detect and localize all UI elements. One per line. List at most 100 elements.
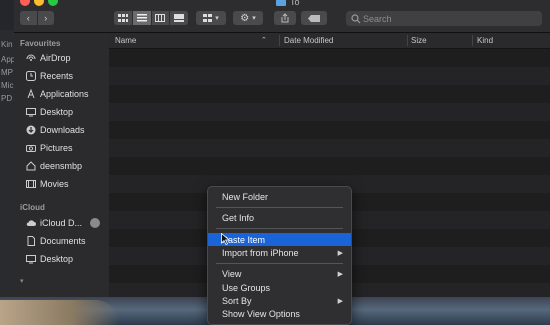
search-field[interactable] [346, 11, 542, 26]
icon-view-button[interactable] [114, 11, 133, 25]
table-row [109, 49, 550, 67]
home-icon [26, 161, 36, 171]
column-view-button[interactable] [152, 11, 171, 25]
mouse-cursor-icon [221, 233, 230, 245]
sidebar-item-label: Downloads [40, 125, 85, 135]
menu-item-new-folder[interactable]: New Folder [208, 190, 351, 203]
chevron-down-icon: ▾ [215, 15, 219, 22]
menu-separator [216, 207, 343, 208]
sidebar-item-label: Applications [40, 89, 89, 99]
sidebar-item-movies[interactable]: Movies [26, 177, 69, 191]
menu-item-use-groups[interactable]: Use Groups [208, 281, 351, 294]
gallery-icon [174, 14, 185, 22]
wallpaper-rock [0, 300, 120, 325]
window-title-text: To [290, 0, 300, 7]
menu-item-view[interactable]: View ▶ [208, 267, 351, 280]
desktop-label: Mic [1, 81, 14, 90]
menu-item-import-from-iphone[interactable]: Import from iPhone ▶ [208, 246, 351, 259]
menu-item-label: Import from iPhone [222, 247, 299, 258]
toolbar: To ‹ › ▾ ⚙ ▾ Search [14, 0, 550, 33]
sidebar-item-label: iCloud D... [40, 218, 83, 228]
sort-ascending-icon: ⌃ [261, 37, 267, 44]
sidebar-section-favourites: Favourites [20, 39, 61, 48]
gear-icon: ⚙ [240, 12, 250, 24]
table-row [109, 67, 550, 85]
menu-item-show-view-options[interactable]: Show View Options [208, 307, 351, 320]
sidebar-item-label: deensmbp [40, 161, 83, 171]
cloud-icon [26, 218, 36, 228]
applications-icon [26, 89, 36, 99]
group-button[interactable]: ▾ [196, 11, 226, 25]
sidebar-item-icloud-drive[interactable]: iCloud D... [26, 216, 82, 230]
table-row [109, 121, 550, 139]
sidebar-item-label: Documents [40, 236, 86, 246]
grid-icon [117, 14, 128, 22]
sidebar-item-icloud-desktop[interactable]: Desktop [26, 252, 73, 266]
submenu-arrow-icon: ▶ [337, 270, 343, 278]
share-button[interactable] [274, 11, 296, 25]
desktop-label: PD [1, 94, 13, 103]
sidebar-item-recents[interactable]: Recents [26, 69, 73, 83]
airdrop-icon [26, 53, 36, 63]
columns-icon [155, 14, 166, 22]
film-icon [26, 179, 36, 189]
icloud-progress-icon [90, 218, 100, 228]
minimize-button[interactable] [34, 0, 44, 6]
nav-buttons: ‹ › [20, 11, 54, 25]
column-name[interactable]: Name [115, 36, 136, 45]
sidebar-item-desktop[interactable]: Desktop [26, 105, 73, 119]
window-title: To [276, 0, 300, 7]
menu-item-get-info[interactable]: Get Info [208, 211, 351, 224]
tags-button[interactable] [301, 11, 327, 25]
sidebar-item-documents[interactable]: Documents [26, 234, 86, 248]
group-grid-icon [203, 14, 213, 22]
sidebar-item-airdrop[interactable]: AirDrop [26, 51, 71, 65]
sidebar-item-label: AirDrop [40, 53, 71, 63]
forward-button[interactable]: › [38, 11, 55, 25]
menu-separator [216, 228, 343, 229]
column-size[interactable]: Size [411, 36, 427, 45]
clock-icon [26, 71, 36, 81]
sidebar-item-label: Desktop [40, 254, 74, 264]
context-menu: New Folder Get Info Paste Item Import fr… [207, 186, 352, 325]
menu-item-label: Sort By [222, 295, 252, 306]
search-input[interactable] [361, 13, 533, 24]
sidebar-item-label: Movies [40, 179, 69, 189]
table-row [109, 85, 550, 103]
back-button[interactable]: ‹ [20, 11, 38, 25]
desktop-left-strip: Kin App MP Mic PD [0, 30, 15, 300]
folder-icon [276, 0, 286, 6]
zoom-button[interactable] [48, 0, 58, 6]
menu-item-label: View [222, 268, 242, 279]
sidebar-item-deensmbp[interactable]: deensmbp [26, 159, 82, 173]
camera-icon [26, 143, 36, 153]
sidebar-item-pictures[interactable]: Pictures [26, 141, 73, 155]
menu-item-label: Use Groups [222, 282, 271, 293]
chevron-right-icon: › [44, 13, 48, 23]
menu-item-label: New Folder [222, 191, 269, 202]
desktop-label: MP [1, 68, 13, 77]
view-mode-control [114, 11, 188, 25]
tag-icon [308, 14, 320, 22]
chevron-left-icon: ‹ [26, 13, 30, 23]
chevron-down-icon: ▾ [252, 15, 256, 22]
gallery-view-button[interactable] [170, 11, 188, 25]
column-date-modified[interactable]: Date Modified [284, 36, 333, 45]
sidebar-item-downloads[interactable]: Downloads [26, 123, 85, 137]
sidebar-item-label: Desktop [40, 107, 74, 117]
download-icon [26, 125, 36, 135]
submenu-arrow-icon: ▶ [337, 297, 343, 305]
list-view-button[interactable] [132, 11, 152, 25]
desktop-icon [26, 107, 36, 117]
submenu-arrow-icon: ▶ [337, 249, 343, 257]
action-button[interactable]: ⚙ ▾ [233, 11, 263, 25]
document-icon [26, 236, 36, 246]
desktop-icon [26, 254, 36, 264]
column-kind[interactable]: Kind [477, 36, 493, 45]
menu-item-sort-by[interactable]: Sort By ▶ [208, 294, 351, 307]
sidebar-item-applications[interactable]: Applications [26, 87, 89, 101]
desktop-label: Kin [1, 40, 13, 49]
sidebar: Favourites AirDrop Recents Applications … [14, 33, 109, 297]
sidebar-section-icloud: iCloud [20, 203, 45, 212]
close-button[interactable] [20, 0, 30, 6]
